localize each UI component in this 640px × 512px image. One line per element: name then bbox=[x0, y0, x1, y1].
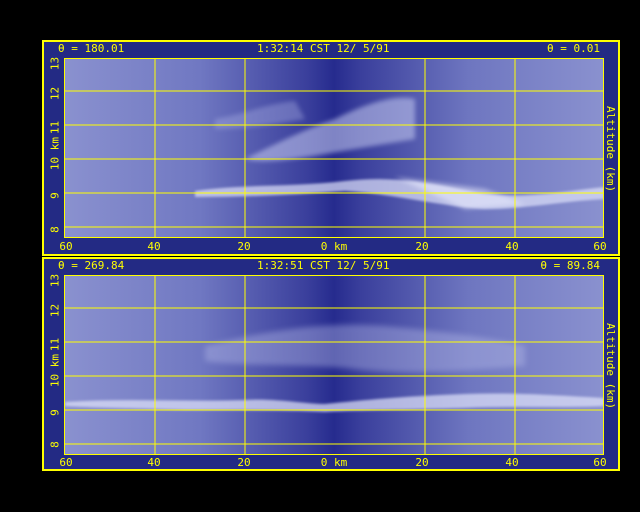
y-tick: 13 bbox=[48, 273, 62, 288]
panel-header: θ = 269.84 1:32:51 CST 12/ 5/91 θ = 89.8… bbox=[44, 259, 618, 273]
timestamp-label: 1:32:14 CST 12/ 5/91 bbox=[257, 42, 390, 55]
y-tick: 12 bbox=[48, 86, 62, 101]
lidar-image-bottom bbox=[64, 275, 604, 455]
x-tick: 60 bbox=[59, 456, 73, 469]
x-tick: 20 bbox=[237, 456, 251, 469]
altitude-axis-label: Altitude (km) bbox=[604, 105, 617, 193]
lidar-panel-bottom: θ = 269.84 1:32:51 CST 12/ 5/91 θ = 89.8… bbox=[42, 257, 620, 471]
y-tick: 9 bbox=[48, 192, 62, 199]
x-tick: 20 bbox=[415, 456, 429, 469]
x-tick: 60 bbox=[593, 240, 607, 253]
timestamp-label: 1:32:51 CST 12/ 5/91 bbox=[257, 259, 390, 272]
x-tick: 40 bbox=[505, 456, 519, 469]
panel-header: θ = 180.01 1:32:14 CST 12/ 5/91 θ = 0.01 bbox=[44, 42, 618, 56]
y-tick: 12 bbox=[48, 303, 62, 318]
cloud-backscatter-top bbox=[65, 59, 603, 237]
x-tick: 20 bbox=[415, 240, 429, 253]
y-tick: 8 bbox=[48, 441, 62, 448]
y-tick: 10 km bbox=[48, 353, 62, 388]
lidar-panel-top: θ = 180.01 1:32:14 CST 12/ 5/91 θ = 0.01 bbox=[42, 40, 620, 256]
azimuth-left-label: θ = 269.84 bbox=[58, 259, 125, 272]
x-tick: 40 bbox=[505, 240, 519, 253]
azimuth-left-label: θ = 180.01 bbox=[58, 42, 125, 55]
x-tick: 60 bbox=[59, 240, 73, 253]
x-tick: 20 bbox=[237, 240, 251, 253]
x-tick: 0 km bbox=[320, 456, 348, 469]
x-tick: 40 bbox=[147, 240, 161, 253]
y-tick: 9 bbox=[48, 409, 62, 416]
y-tick: 13 bbox=[48, 56, 62, 71]
x-axis-ticks: 60 40 20 0 km 20 40 60 bbox=[44, 456, 618, 470]
x-tick: 40 bbox=[147, 456, 161, 469]
azimuth-right-label: θ = 89.84 bbox=[540, 259, 600, 272]
cloud-backscatter-bottom bbox=[65, 276, 603, 454]
x-axis-ticks: 60 40 20 0 km 20 40 60 bbox=[44, 240, 618, 254]
x-tick: 0 km bbox=[320, 240, 348, 253]
azimuth-right-label: θ = 0.01 bbox=[547, 42, 600, 55]
y-tick: 10 km bbox=[48, 136, 62, 171]
x-tick: 60 bbox=[593, 456, 607, 469]
y-tick: 8 bbox=[48, 226, 62, 233]
altitude-axis-label: Altitude (km) bbox=[604, 322, 617, 410]
lidar-image-top bbox=[64, 58, 604, 238]
